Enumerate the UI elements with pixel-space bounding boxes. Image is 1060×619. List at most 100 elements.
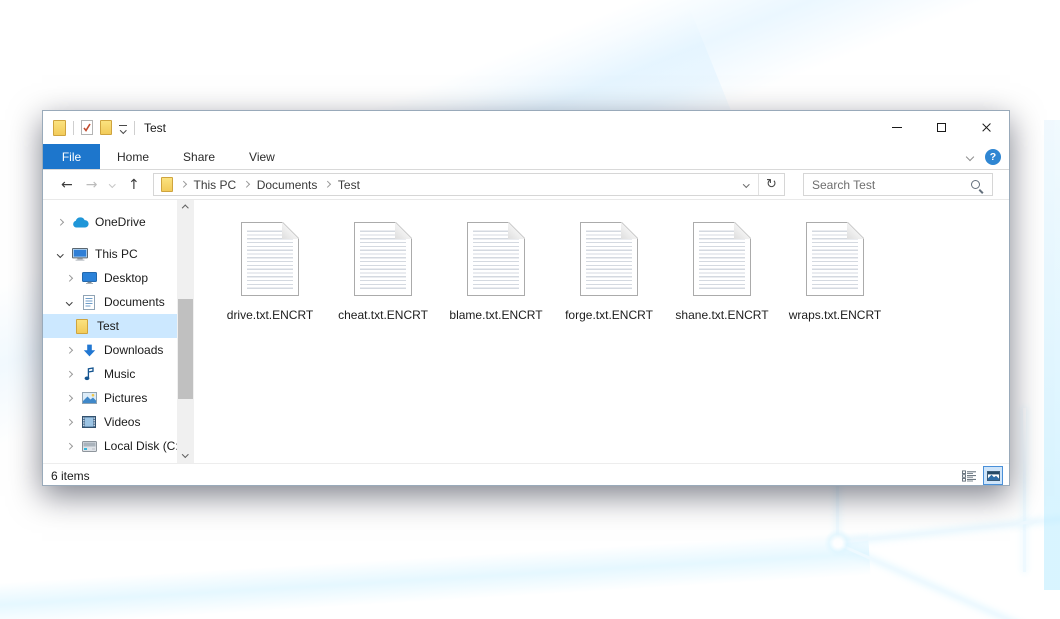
breadcrumb-test[interactable]: Test xyxy=(338,178,360,192)
sidebar-item-desktop[interactable]: Desktop xyxy=(43,266,177,290)
tab-share[interactable]: Share xyxy=(166,144,232,169)
onedrive-cloud-icon xyxy=(71,217,89,228)
navigation-pane: OneDrive This PC Desktop xyxy=(43,200,177,463)
file-list-area[interactable]: drive.txt.ENCRT cheat.txt.ENCRT blame.tx… xyxy=(194,200,1009,463)
chevron-right-icon[interactable] xyxy=(64,276,74,281)
file-grid: drive.txt.ENCRT cheat.txt.ENCRT blame.tx… xyxy=(218,222,887,322)
details-view-button[interactable] xyxy=(959,466,979,485)
chevron-down-icon[interactable] xyxy=(64,300,74,305)
sidebar-item-this-pc[interactable]: This PC xyxy=(43,242,177,266)
item-count: 6 items xyxy=(43,469,90,483)
address-dropdown-icon[interactable] xyxy=(734,182,758,187)
breadcrumb-this-pc[interactable]: This PC xyxy=(194,178,237,192)
windows-logo-glow xyxy=(824,529,852,557)
text-document-icon xyxy=(580,222,638,296)
scroll-up-icon[interactable] xyxy=(177,200,194,217)
breadcrumb: This PC Documents Test xyxy=(154,177,734,192)
customize-quick-access-icon[interactable] xyxy=(119,123,127,133)
chevron-right-icon[interactable] xyxy=(64,396,74,401)
maximize-icon xyxy=(937,123,946,132)
separator xyxy=(73,121,74,135)
quick-access-toolbar: Test xyxy=(53,120,166,136)
chevron-right-icon[interactable] xyxy=(64,348,74,353)
sidebar-item-label: Documents xyxy=(104,295,165,309)
search-input[interactable] xyxy=(804,178,971,192)
ribbon-right-controls: ? xyxy=(967,144,1001,170)
sidebar-item-label: Downloads xyxy=(104,343,163,357)
up-button[interactable]: ↑ xyxy=(128,178,140,192)
sidebar-item-local-disk[interactable]: Local Disk (C:) xyxy=(43,434,177,458)
close-button[interactable] xyxy=(964,111,1009,144)
address-bar[interactable]: This PC Documents Test ↻ xyxy=(153,173,785,196)
tab-home[interactable]: Home xyxy=(100,144,166,169)
properties-check-icon[interactable] xyxy=(81,120,93,135)
sidebar-item-documents[interactable]: Documents xyxy=(43,290,177,314)
history-navigation: ← → ↑ xyxy=(43,178,153,192)
sidebar-item-pictures[interactable]: Pictures xyxy=(43,386,177,410)
window-body: OneDrive This PC Desktop xyxy=(43,200,1009,463)
sidebar-item-downloads[interactable]: Downloads xyxy=(43,338,177,362)
forward-button[interactable]: → xyxy=(86,178,98,192)
chevron-right-icon[interactable] xyxy=(55,220,65,225)
file-name: drive.txt.ENCRT xyxy=(227,308,313,322)
minimize-button[interactable] xyxy=(874,111,919,144)
hard-drive-icon xyxy=(80,441,98,452)
file-name: forge.txt.ENCRT xyxy=(565,308,653,322)
sidebar-item-test[interactable]: Test xyxy=(43,314,177,338)
location-folder-icon xyxy=(161,177,173,192)
separator xyxy=(134,121,135,135)
breadcrumb-documents[interactable]: Documents xyxy=(257,178,318,192)
new-folder-icon[interactable] xyxy=(100,120,112,135)
help-button[interactable]: ? xyxy=(985,149,1001,165)
file-name: wraps.txt.ENCRT xyxy=(789,308,881,322)
desktop-monitor-icon xyxy=(80,272,98,284)
sidebar-item-label: Music xyxy=(104,367,135,381)
titlebar[interactable]: Test xyxy=(43,111,1009,144)
sidebar-item-label: Pictures xyxy=(104,391,147,405)
file-item[interactable]: forge.txt.ENCRT xyxy=(557,222,661,322)
chevron-right-icon[interactable] xyxy=(64,420,74,425)
details-view-icon xyxy=(962,470,977,482)
tab-view[interactable]: View xyxy=(232,144,292,169)
file-item[interactable]: drive.txt.ENCRT xyxy=(218,222,322,322)
sidebar-scrollbar[interactable] xyxy=(177,200,194,463)
sidebar-item-label: Local Disk (C:) xyxy=(104,439,183,453)
file-item[interactable]: cheat.txt.ENCRT xyxy=(331,222,435,322)
scroll-down-icon[interactable] xyxy=(177,446,194,463)
tab-file[interactable]: File xyxy=(43,144,100,169)
file-item[interactable]: shane.txt.ENCRT xyxy=(670,222,774,322)
window-title: Test xyxy=(144,121,166,135)
text-document-icon xyxy=(806,222,864,296)
windows-logo-line xyxy=(836,542,1024,619)
document-icon xyxy=(80,295,98,310)
text-document-icon xyxy=(354,222,412,296)
file-item[interactable]: blame.txt.ENCRT xyxy=(444,222,548,322)
sidebar-item-onedrive[interactable]: OneDrive xyxy=(43,210,177,234)
caption-buttons xyxy=(874,111,1009,144)
large-icons-view-icon xyxy=(987,471,1000,481)
large-icons-view-button[interactable] xyxy=(983,466,1003,485)
text-document-icon xyxy=(693,222,751,296)
sidebar-item-music[interactable]: Music xyxy=(43,362,177,386)
back-button[interactable]: ← xyxy=(61,178,73,192)
maximize-button[interactable] xyxy=(919,111,964,144)
file-item[interactable]: wraps.txt.ENCRT xyxy=(783,222,887,322)
breadcrumb-chevron-icon[interactable] xyxy=(180,181,186,187)
breadcrumb-chevron-icon[interactable] xyxy=(324,181,330,187)
chevron-right-icon[interactable] xyxy=(64,372,74,377)
sidebar-item-label: OneDrive xyxy=(95,215,146,229)
expand-ribbon-icon[interactable] xyxy=(966,153,974,161)
recent-locations-icon[interactable] xyxy=(110,181,116,187)
text-document-icon xyxy=(467,222,525,296)
file-explorer-window: Test File Home Share View ? ← → ↑ xyxy=(42,110,1010,486)
sidebar-item-videos[interactable]: Videos xyxy=(43,410,177,434)
breadcrumb-chevron-icon[interactable] xyxy=(243,181,249,187)
chevron-right-icon[interactable] xyxy=(64,444,74,449)
close-icon xyxy=(981,122,992,133)
refresh-button[interactable]: ↻ xyxy=(758,174,784,195)
search-icon[interactable] xyxy=(971,180,980,189)
scrollbar-thumb[interactable] xyxy=(178,299,193,399)
chevron-down-icon[interactable] xyxy=(55,252,65,257)
search-box[interactable] xyxy=(803,173,993,196)
file-name: cheat.txt.ENCRT xyxy=(338,308,428,322)
